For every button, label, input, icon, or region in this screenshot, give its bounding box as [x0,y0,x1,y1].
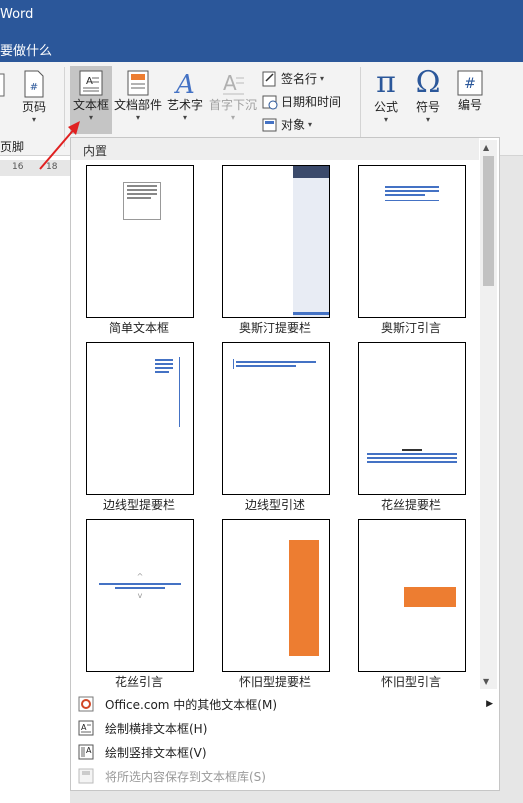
wordart-button[interactable]: A 艺术字 ▾ [165,70,205,122]
quickparts-label: 文档部件 [113,98,162,112]
number-icon: # [457,70,483,96]
calendar-clock-icon [262,95,278,109]
chevron-down-icon: ▾ [230,113,235,122]
gallery-item-sideline-quote[interactable] [222,342,330,495]
textbox-menu: Office.com 中的其他文本框(M) ▶ A 绘制横排文本框(H) A 绘… [70,692,500,791]
gallery-item-filigree-sidebar[interactable] [358,342,466,495]
gallery-section-header: 内置 [71,138,479,160]
gallery-item-austin-sidebar[interactable] [222,165,330,318]
equation-button[interactable]: π 公式 ▾ [368,65,404,125]
signature-line-button[interactable]: 签名行 ▾ [262,70,324,87]
page-number-label: 页码 [21,100,46,114]
gallery-item-label: 边线型引述 [244,498,305,512]
object-button[interactable]: 对象 ▾ [262,116,312,133]
menu-item-save-selection[interactable]: 将所选内容保存到文本框库(S) [71,764,499,788]
gallery-item-label: 简单文本框 [108,321,169,335]
chevron-down-icon: ▾ [320,74,325,83]
pi-icon: π [376,65,396,100]
vertical-textbox-icon: A [77,744,95,760]
menu-item-more-textboxes[interactable]: Office.com 中的其他文本框(M) ▶ [71,692,499,716]
svg-text:A: A [86,76,93,87]
save-to-gallery-icon [77,768,95,784]
window-title: Word [0,7,34,22]
dropcap-label: 首字下沉 [208,98,257,112]
gallery-item-simple-textbox[interactable] [86,165,194,318]
svg-text:#: # [464,76,476,92]
gallery-item-austin-quote[interactable] [358,165,466,318]
gallery-item-label: 怀旧型提要栏 [238,675,311,689]
chevron-down-icon: ▾ [383,115,388,124]
gallery-item-retro-sidebar[interactable] [222,519,330,672]
gallery-item-sideline-sidebar[interactable] [86,342,194,495]
dropcap-icon: A [223,71,244,95]
textbox-icon: A [79,70,103,96]
scroll-up-icon[interactable]: ▲ [483,143,489,152]
signature-icon [262,71,276,86]
tell-me-bar[interactable]: 要做什么 [0,32,523,62]
svg-text:A: A [86,746,92,755]
svg-text:#: # [30,82,38,93]
gallery-item-label: 奥斯汀引言 [380,321,441,335]
gallery-item-label: 花丝引言 [114,675,163,689]
document-canvas[interactable] [0,156,70,803]
datetime-button[interactable]: 日期和时间 [262,93,341,110]
horizontal-textbox-icon: A [77,720,95,736]
object-icon [262,118,277,131]
chevron-down-icon: ▾ [135,113,140,122]
object-label: 对象 [281,118,306,132]
menu-item-draw-vertical[interactable]: A 绘制竖排文本框(V) [71,740,499,764]
chevron-down-icon: ▾ [182,113,187,122]
svg-text:A: A [223,71,237,95]
title-bar: Word [0,0,523,32]
gallery-item-label: 花丝提要栏 [380,498,441,512]
signature-label: 签名行 [281,72,318,86]
datetime-label: 日期和时间 [281,95,342,109]
number-label: 编号 [457,98,482,112]
wordart-label: 艺术字 [166,98,203,112]
omega-icon: Ω [415,65,441,100]
chevron-down-icon: ▾ [308,120,313,129]
number-button[interactable]: # 编号 [452,70,488,113]
tell-me-label[interactable]: 要做什么 [0,40,52,59]
scrollbar-thumb[interactable] [483,156,494,286]
gallery-item-label: 奥斯汀提要栏 [238,321,311,335]
symbol-button[interactable]: Ω 符号 ▾ [410,65,446,125]
gallery-item-label: 怀旧型引言 [380,675,441,689]
wordart-icon: A [174,70,195,96]
page-number-icon: # [24,70,44,98]
textbox-label: 文本框 [72,98,109,112]
equation-label: 公式 [373,100,398,114]
gallery-scrollbar[interactable]: ▲ ▼ [480,140,497,689]
clipped-ribbon-button[interactable] [0,72,8,102]
chevron-down-icon: ▾ [425,115,430,124]
gallery-item-retro-quote[interactable] [358,519,466,672]
submenu-arrow-icon: ▶ [486,699,493,709]
quickparts-button[interactable]: 文档部件 ▾ [113,70,163,122]
svg-text:A: A [81,723,87,732]
dropcap-button[interactable]: A 首字下沉 ▾ [207,70,259,122]
group-separator [360,67,361,147]
group-label-header-footer: 页脚 [0,140,25,154]
scroll-down-icon[interactable]: ▼ [483,677,489,686]
gallery-item-label: 边线型提要栏 [102,498,175,512]
menu-item-draw-horizontal[interactable]: A 绘制横排文本框(H) [71,716,499,740]
office-icon [77,696,95,712]
section-label: 内置 [83,144,108,158]
svg-text:A: A [174,70,195,96]
quickparts-icon [127,70,149,96]
symbol-label: 符号 [415,100,440,114]
page-icon [0,73,5,97]
textbox-gallery: 内置 简单文本框 奥斯汀提要栏 奥斯汀引言 边线型提要栏 边线型引述 花丝提要栏… [70,137,500,694]
gallery-item-filigree-quote[interactable]: ^ v [86,519,194,672]
